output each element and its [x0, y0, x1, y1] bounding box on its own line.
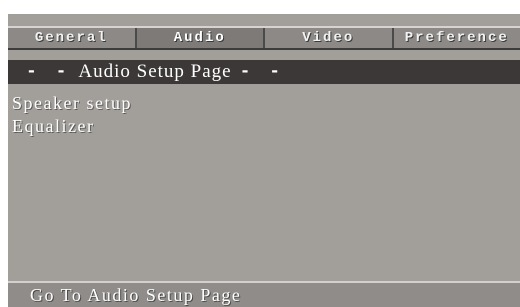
status-text: Go To Audio Setup Page	[30, 284, 242, 305]
setup-menu: Speaker setup Equalizer	[12, 92, 132, 138]
tab-video[interactable]: Video	[265, 28, 394, 48]
menu-item-speaker-setup[interactable]: Speaker setup	[12, 92, 132, 115]
title-dashes-left: - -	[26, 62, 71, 82]
title-dashes-right: - -	[239, 62, 285, 82]
tab-audio[interactable]: Audio	[136, 28, 265, 48]
tab-general[interactable]: General	[8, 28, 137, 48]
page-title-bar: - - Audio Setup Page - -	[8, 60, 520, 84]
page-title: Audio Setup Page	[78, 61, 232, 82]
status-bar: Go To Audio Setup Page	[8, 281, 520, 307]
tab-preference[interactable]: Preference	[394, 28, 520, 48]
tab-bar: General Audio Video Preference	[8, 26, 520, 50]
menu-item-equalizer[interactable]: Equalizer	[12, 115, 132, 138]
setup-screen: General Audio Video Preference - - Audio…	[8, 14, 520, 307]
